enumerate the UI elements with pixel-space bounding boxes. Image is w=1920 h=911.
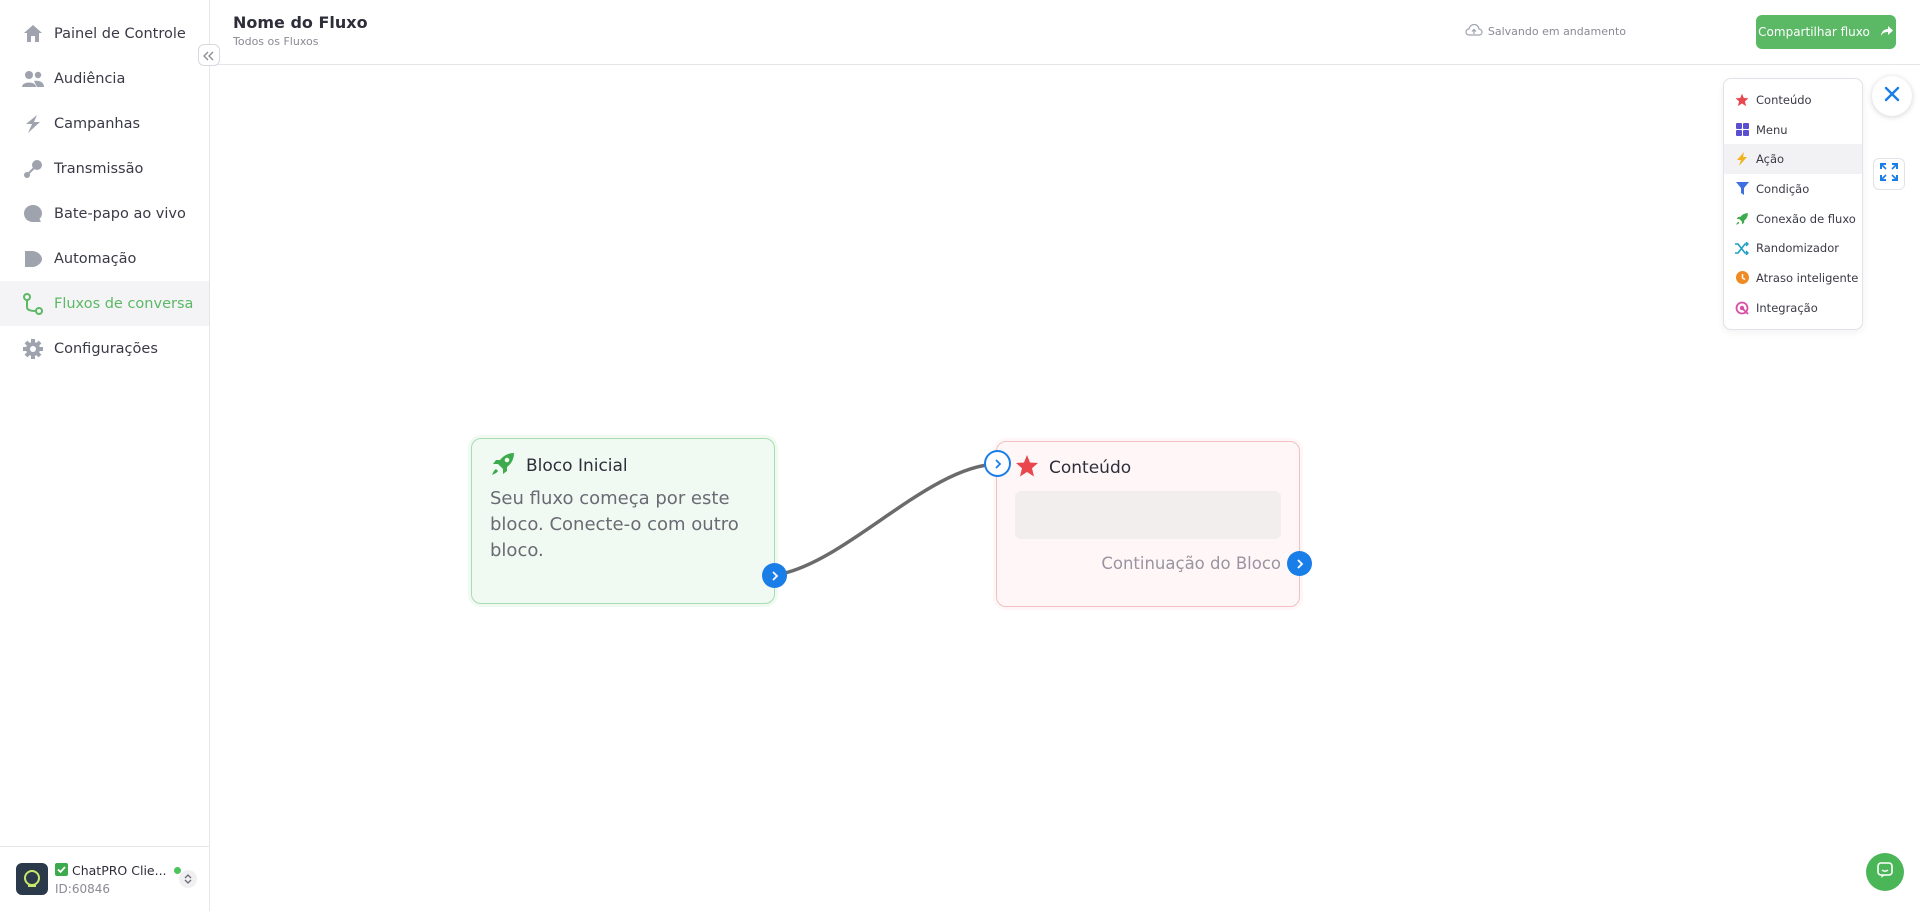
start-block-description: Seu fluxo começa por este bloco. Conecte… bbox=[490, 488, 739, 561]
cloud-upload-icon bbox=[1465, 23, 1483, 40]
menu-item-menu[interactable]: Menu bbox=[1724, 115, 1862, 145]
menu-item-conexao[interactable]: Conexão de fluxo bbox=[1724, 204, 1862, 234]
continue-label: Continuação do Bloco bbox=[1101, 554, 1281, 573]
menu-item-integracao[interactable]: Integração bbox=[1724, 293, 1862, 323]
chat-bubble-icon bbox=[22, 203, 44, 225]
menu-item-label: Atraso inteligente bbox=[1756, 270, 1859, 285]
rocket-icon bbox=[1735, 212, 1749, 226]
campaigns-icon bbox=[22, 113, 44, 135]
filter-icon bbox=[1735, 182, 1749, 196]
content-block-title: Conteúdo bbox=[1049, 458, 1132, 478]
users-icon bbox=[22, 68, 44, 90]
save-status-text: Salvando em andamento bbox=[1487, 25, 1626, 38]
gear-icon bbox=[22, 338, 44, 360]
menu-item-label: Condição bbox=[1756, 181, 1810, 196]
sidebar: Painel de Controle Audiência Campanhas T… bbox=[0, 0, 210, 911]
close-icon bbox=[1884, 86, 1900, 106]
menu-item-label: Ação bbox=[1756, 152, 1785, 167]
menu-item-label: Menu bbox=[1756, 122, 1788, 137]
sidebar-item-label: Fluxos de conversa bbox=[54, 295, 194, 312]
content-block-input-port[interactable] bbox=[984, 450, 1011, 477]
add-block-menu: Conteúdo Menu Ação Condição Conexão de f… bbox=[1723, 78, 1863, 330]
save-status: Salvando em andamento bbox=[1465, 23, 1626, 40]
menu-item-label: Conteúdo bbox=[1756, 92, 1812, 107]
collapse-sidebar-button[interactable] bbox=[198, 44, 220, 66]
chevron-up-down-icon[interactable] bbox=[179, 870, 197, 888]
grid-icon bbox=[1735, 123, 1749, 137]
close-menu-button[interactable] bbox=[1872, 76, 1912, 116]
sidebar-item-label: Painel de Controle bbox=[54, 25, 186, 42]
menu-item-condicao[interactable]: Condição bbox=[1724, 174, 1862, 204]
sidebar-item-label: Automação bbox=[54, 250, 137, 267]
avatar bbox=[16, 863, 48, 895]
share-button-label: Compartilhar fluxo bbox=[1758, 25, 1870, 39]
account-id: ID:60846 bbox=[55, 881, 110, 896]
account-name: ChatPRO Clie... bbox=[72, 863, 167, 878]
integration-icon bbox=[1735, 301, 1749, 315]
expand-icon bbox=[1880, 163, 1898, 185]
star-icon bbox=[1015, 454, 1039, 482]
flow-canvas[interactable]: Bloco Inicial Seu fluxo começa por este … bbox=[210, 65, 1920, 911]
sidebar-item-label: Transmissão bbox=[54, 160, 144, 177]
sidebar-item-automacao[interactable]: Automação bbox=[0, 236, 209, 281]
shuffle-icon bbox=[1735, 241, 1749, 255]
account-switcher[interactable]: ChatPRO Clie... ID:60846 bbox=[0, 846, 209, 911]
menu-item-acao[interactable]: Ação bbox=[1724, 144, 1862, 175]
menu-item-randomizador[interactable]: Randomizador bbox=[1724, 233, 1862, 263]
sidebar-item-audiencia[interactable]: Audiência bbox=[0, 56, 209, 101]
breadcrumb[interactable]: Todos os Fluxos bbox=[233, 35, 318, 48]
fit-view-button[interactable] bbox=[1873, 158, 1905, 190]
sidebar-item-campanhas[interactable]: Campanhas bbox=[0, 101, 209, 146]
sidebar-item-bate-papo[interactable]: Bate-papo ao vivo bbox=[0, 191, 209, 236]
menu-item-atraso[interactable]: Atraso inteligente bbox=[1724, 263, 1862, 293]
sidebar-item-label: Campanhas bbox=[54, 115, 141, 132]
automation-icon bbox=[22, 248, 44, 270]
content-block-message-area[interactable] bbox=[1015, 491, 1281, 539]
sidebar-item-label: Bate-papo ao vivo bbox=[54, 205, 186, 222]
menu-item-label: Conexão de fluxo bbox=[1756, 211, 1856, 226]
menu-item-label: Integração bbox=[1756, 300, 1818, 315]
sidebar-item-label: Configurações bbox=[54, 340, 158, 357]
content-block-output-port[interactable] bbox=[1287, 551, 1312, 576]
page-title[interactable]: Nome do Fluxo bbox=[233, 13, 368, 32]
sidebar-item-fluxos[interactable]: Fluxos de conversa bbox=[0, 281, 209, 326]
verified-check-icon bbox=[55, 862, 68, 879]
header: Nome do Fluxo Todos os Fluxos Salvando e… bbox=[210, 0, 1920, 65]
content-block[interactable]: Conteúdo Continuação do Bloco bbox=[984, 441, 1312, 607]
star-icon bbox=[1735, 93, 1749, 107]
share-flow-button[interactable]: Compartilhar fluxo bbox=[1756, 15, 1896, 49]
lightning-icon bbox=[1735, 152, 1749, 167]
share-arrow-icon bbox=[1880, 25, 1894, 40]
sidebar-item-painel[interactable]: Painel de Controle bbox=[0, 11, 209, 56]
start-block-title: Bloco Inicial bbox=[526, 456, 628, 476]
start-block-output-port[interactable] bbox=[762, 563, 787, 588]
home-icon bbox=[22, 23, 44, 45]
double-chevron-left-icon bbox=[203, 46, 215, 65]
sidebar-item-configuracoes[interactable]: Configurações bbox=[0, 326, 209, 371]
start-block[interactable]: Bloco Inicial Seu fluxo começa por este … bbox=[471, 438, 787, 604]
sidebar-item-transmissao[interactable]: Transmissão bbox=[0, 146, 209, 191]
support-chat-button[interactable] bbox=[1866, 853, 1904, 891]
sidebar-item-label: Audiência bbox=[54, 70, 126, 87]
broadcast-icon bbox=[22, 158, 44, 180]
flow-icon bbox=[22, 292, 44, 315]
online-status-dot bbox=[173, 867, 181, 874]
clock-icon bbox=[1735, 271, 1749, 285]
chat-icon bbox=[1876, 861, 1894, 883]
menu-item-label: Randomizador bbox=[1756, 241, 1839, 256]
rocket-icon bbox=[490, 451, 516, 481]
menu-item-conteudo[interactable]: Conteúdo bbox=[1724, 85, 1862, 115]
